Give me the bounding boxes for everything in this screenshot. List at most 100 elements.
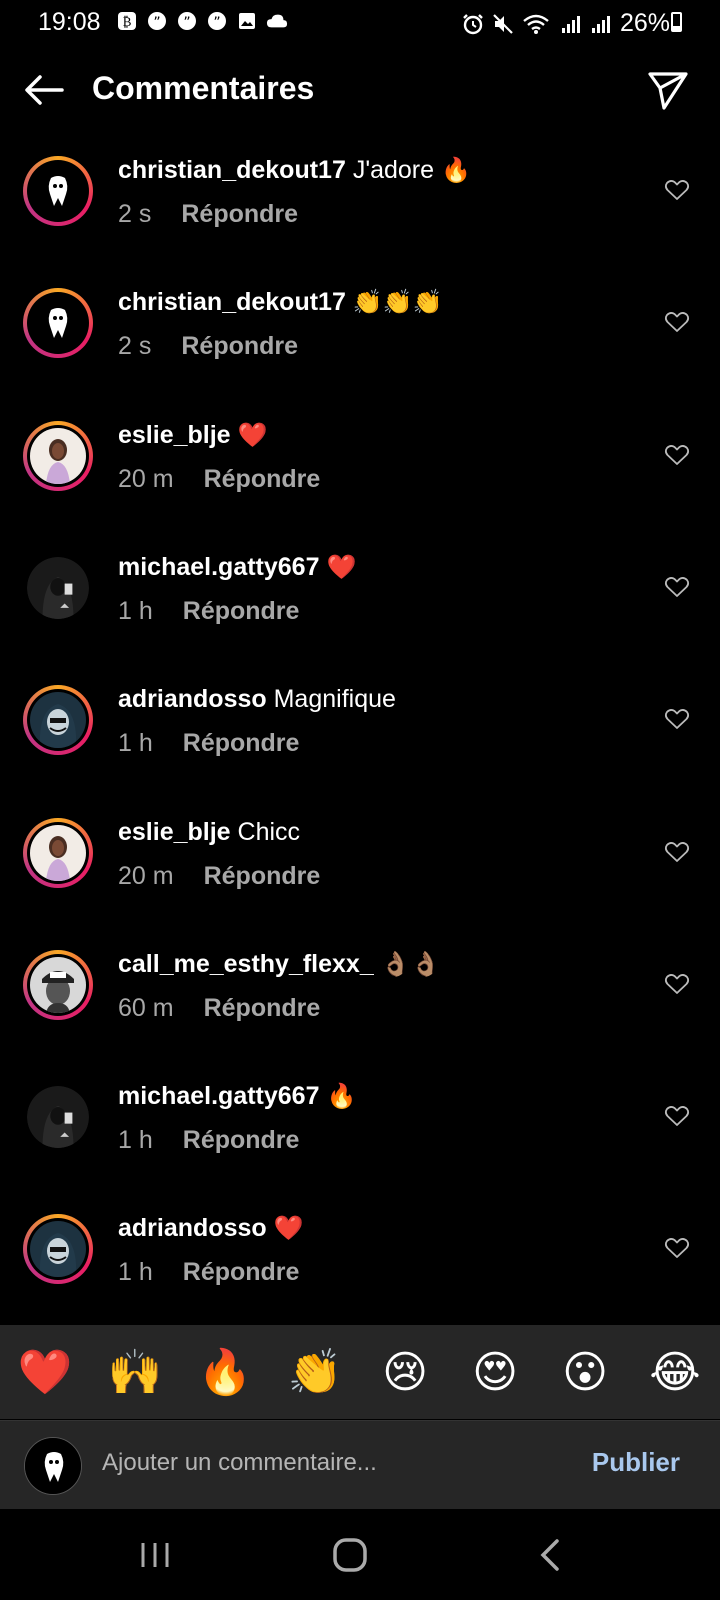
comment-input[interactable] [102, 1449, 542, 1477]
comment-text: J'adore [352, 156, 435, 184]
comment-text-line: call_me_esthy_flexx_ 👌🏽👌🏽 [118, 950, 440, 979]
sad-emoji[interactable]: 😢 [370, 1337, 440, 1407]
comment-row: christian_dekout17 👏👏👏 2 s Répondre [0, 272, 720, 407]
comment-username[interactable]: eslie_blje [118, 818, 231, 846]
comment-timestamp: 1 h [118, 729, 153, 758]
back-button[interactable] [22, 68, 66, 112]
like-heart-icon[interactable] [664, 707, 690, 731]
reply-button[interactable]: Répondre [183, 1258, 300, 1287]
reply-button[interactable]: Répondre [204, 465, 321, 494]
avatar-image [27, 1218, 89, 1281]
avatar[interactable] [23, 156, 93, 226]
comment-row: call_me_esthy_flexx_ 👌🏽👌🏽 60 m Répondre [0, 934, 720, 1069]
reply-button[interactable]: Répondre [183, 1126, 300, 1155]
quote-icon: ” [206, 10, 228, 32]
comment-username[interactable]: christian_dekout17 [118, 288, 346, 316]
like-heart-icon[interactable] [664, 972, 690, 996]
comment-text-line: eslie_blje ❤️ [118, 421, 267, 450]
like-heart-icon[interactable] [664, 575, 690, 599]
like-heart-icon[interactable] [664, 840, 690, 864]
reply-button[interactable]: Répondre [183, 729, 300, 758]
avatar[interactable] [23, 420, 93, 491]
like-heart-icon[interactable] [664, 443, 690, 467]
comment-username[interactable]: adriandosso [118, 685, 267, 713]
comment-emoji: 🔥 [440, 156, 471, 184]
notification-icons: ₿ ” ” ” [116, 10, 288, 32]
like-heart-icon[interactable] [664, 178, 690, 202]
comment-text-line: adriandosso Magnifique [118, 685, 396, 714]
reply-button[interactable]: Répondre [181, 200, 298, 229]
comment-meta: 1 h Répondre [118, 597, 299, 626]
header: Commentaires [0, 60, 720, 120]
clap-emoji[interactable]: 👏 [280, 1337, 350, 1407]
comment-row: michael.gatty667 ❤️ 1 h Répondre [0, 537, 720, 672]
surprised-emoji[interactable]: 😮 [550, 1337, 620, 1407]
raised-hands-emoji[interactable]: 🙌 [100, 1337, 170, 1407]
status-time: 19:08 [38, 8, 101, 36]
avatar-image [27, 556, 89, 619]
publish-button[interactable]: Publier [592, 1447, 680, 1478]
comment-row: adriandosso Magnifique 1 h Répondre [0, 669, 720, 804]
status-bar: 19:08 ₿ ” ” ” 26% [0, 0, 720, 46]
comment-username[interactable]: eslie_blje [118, 421, 231, 449]
comment-row: michael.gatty667 🔥 1 h Répondre [0, 1066, 720, 1201]
avatar-image [27, 953, 89, 1016]
avatar[interactable] [23, 288, 93, 359]
like-heart-icon[interactable] [664, 1104, 690, 1128]
like-heart-icon[interactable] [664, 1236, 690, 1260]
avatar[interactable] [23, 1082, 93, 1152]
laughing-emoji[interactable]: 😂 [640, 1337, 710, 1407]
comment-username[interactable]: adriandosso [118, 1214, 267, 1242]
comment-timestamp: 60 m [118, 993, 174, 1022]
wifi-icon [522, 13, 552, 35]
comment-list: christian_dekout17 J'adore 🔥 2 s Répondre c… [0, 140, 720, 1325]
share-button[interactable] [646, 68, 690, 112]
reply-button[interactable]: Répondre [183, 597, 300, 626]
comment-meta: 60 m Répondre [118, 994, 320, 1023]
comment-text-line: eslie_blje Chicc [118, 818, 300, 847]
comment-username[interactable]: michael.gatty667 [118, 1082, 320, 1110]
bitcoin-icon: ₿ [116, 10, 138, 32]
comment-row: adriandosso ❤️ 1 h Répondre [0, 1198, 720, 1325]
comment-row: christian_dekout17 J'adore 🔥 2 s Répondre [0, 140, 720, 275]
cloud-icon [266, 10, 288, 32]
comment-timestamp: 1 h [118, 1258, 153, 1287]
comment-row: eslie_blje ❤️ 20 m Répondre [0, 405, 720, 540]
nav-back-button[interactable] [520, 1530, 580, 1580]
comment-username[interactable]: michael.gatty667 [118, 553, 320, 581]
svg-text:”: ” [153, 15, 160, 31]
comment-username[interactable]: christian_dekout17 [118, 156, 346, 184]
comment-text: Magnifique [273, 685, 396, 714]
avatar[interactable] [23, 1214, 93, 1285]
avatar[interactable] [23, 949, 93, 1020]
comment-row: eslie_blje Chicc 20 m Répondre [0, 802, 720, 937]
reply-button[interactable]: Répondre [204, 994, 321, 1023]
comment-meta: 1 h Répondre [118, 729, 299, 758]
fire-emoji[interactable]: 🔥 [190, 1337, 260, 1407]
reply-button[interactable]: Répondre [181, 332, 298, 361]
reply-button[interactable]: Répondre [204, 862, 321, 891]
comment-meta: 2 s Répondre [118, 332, 298, 361]
comment-meta: 1 h Répondre [118, 1258, 299, 1287]
heart-eyes-emoji[interactable]: 😍 [460, 1337, 530, 1407]
comment-text-line: christian_dekout17 J'adore 🔥 [118, 156, 471, 185]
comment-emoji: 👏👏👏 [352, 288, 443, 317]
avatar[interactable] [23, 817, 93, 888]
comment-username[interactable]: call_me_esthy_flexx_ [118, 950, 374, 978]
avatar[interactable] [23, 685, 93, 756]
arrow-left-icon [25, 75, 64, 105]
comment-text-line: michael.gatty667 ❤️ [118, 553, 356, 582]
avatar-image [27, 821, 89, 884]
system-nav-bar [0, 1510, 720, 1600]
comment-timestamp: 1 h [118, 1126, 153, 1155]
home-button[interactable] [320, 1530, 380, 1580]
like-heart-icon[interactable] [664, 310, 690, 334]
recents-button[interactable] [125, 1530, 185, 1580]
quote-icon: ” [146, 10, 168, 32]
comment-meta: 2 s Répondre [118, 200, 298, 229]
avatar[interactable] [23, 553, 93, 623]
avatar-image [27, 1086, 89, 1149]
avatar-image [27, 292, 89, 355]
send-icon [648, 72, 688, 110]
heart-emoji[interactable]: ❤️ [10, 1337, 80, 1407]
